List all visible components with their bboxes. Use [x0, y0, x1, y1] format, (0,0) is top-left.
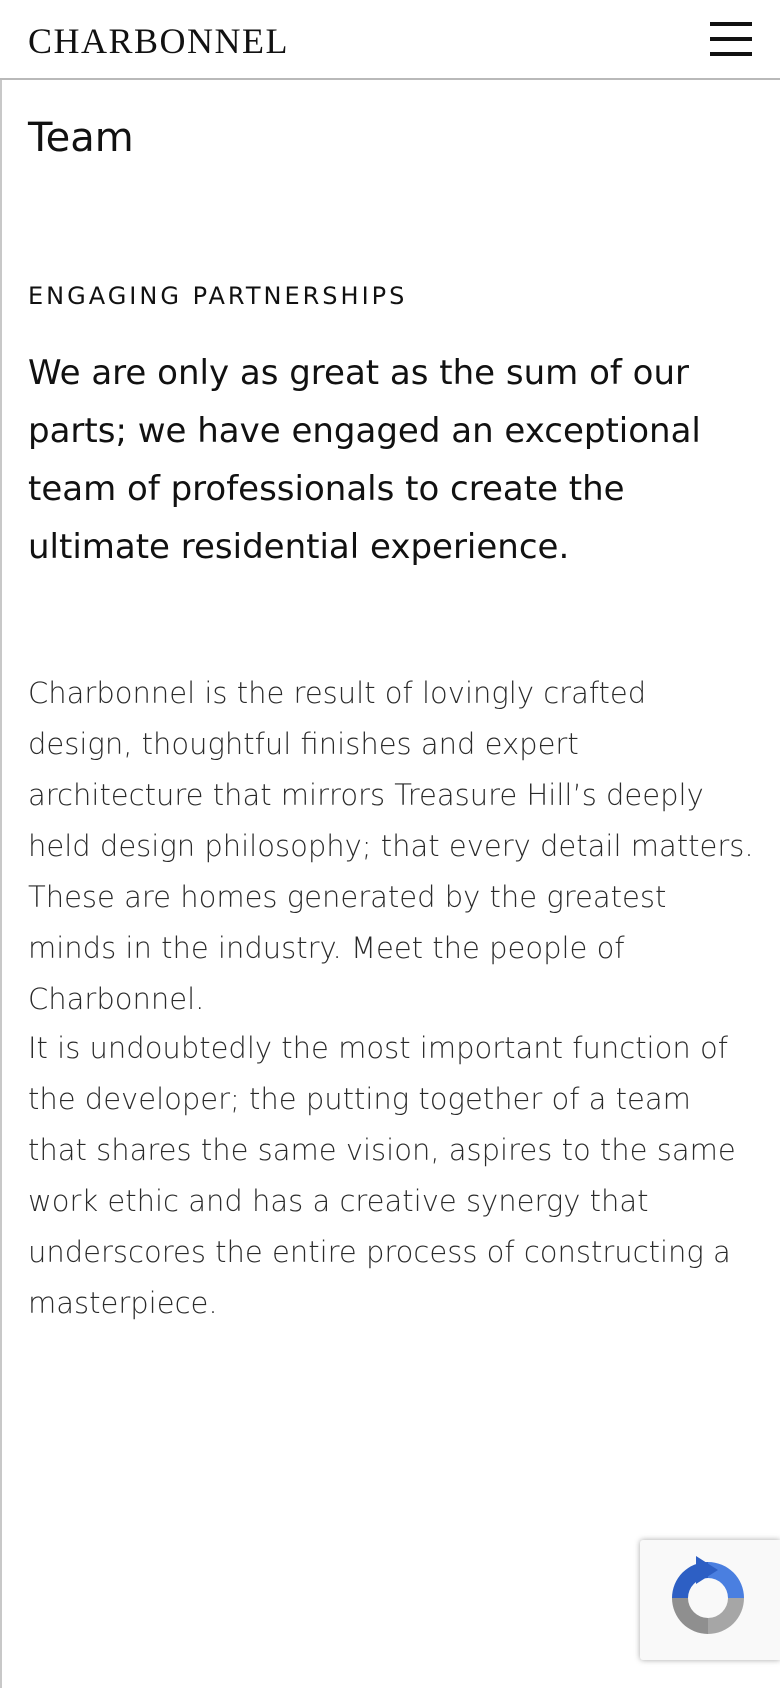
left-divider	[0, 80, 2, 1688]
recaptcha-badge[interactable]	[640, 1540, 780, 1660]
page-title: Team	[28, 115, 134, 161]
hamburger-menu-icon	[710, 22, 752, 26]
section-eyebrow: ENGAGING PARTNERSHIPS	[28, 282, 408, 310]
lead-statement: We are only as great as the sum of our p…	[28, 353, 701, 567]
site-logo[interactable]: CHARBONNEL	[28, 20, 289, 62]
body-paragraph: It is undoubtedly the most important fun…	[28, 1031, 736, 1320]
hamburger-menu-icon-bar	[710, 37, 752, 41]
site-header: CHARBONNEL	[0, 0, 780, 80]
recaptcha-logo-icon	[672, 1556, 744, 1634]
menu-button[interactable]	[710, 22, 754, 56]
hamburger-menu-icon-bar	[710, 52, 752, 56]
body-paragraph: Charbonnel is the result of lovingly cra…	[28, 676, 754, 1016]
